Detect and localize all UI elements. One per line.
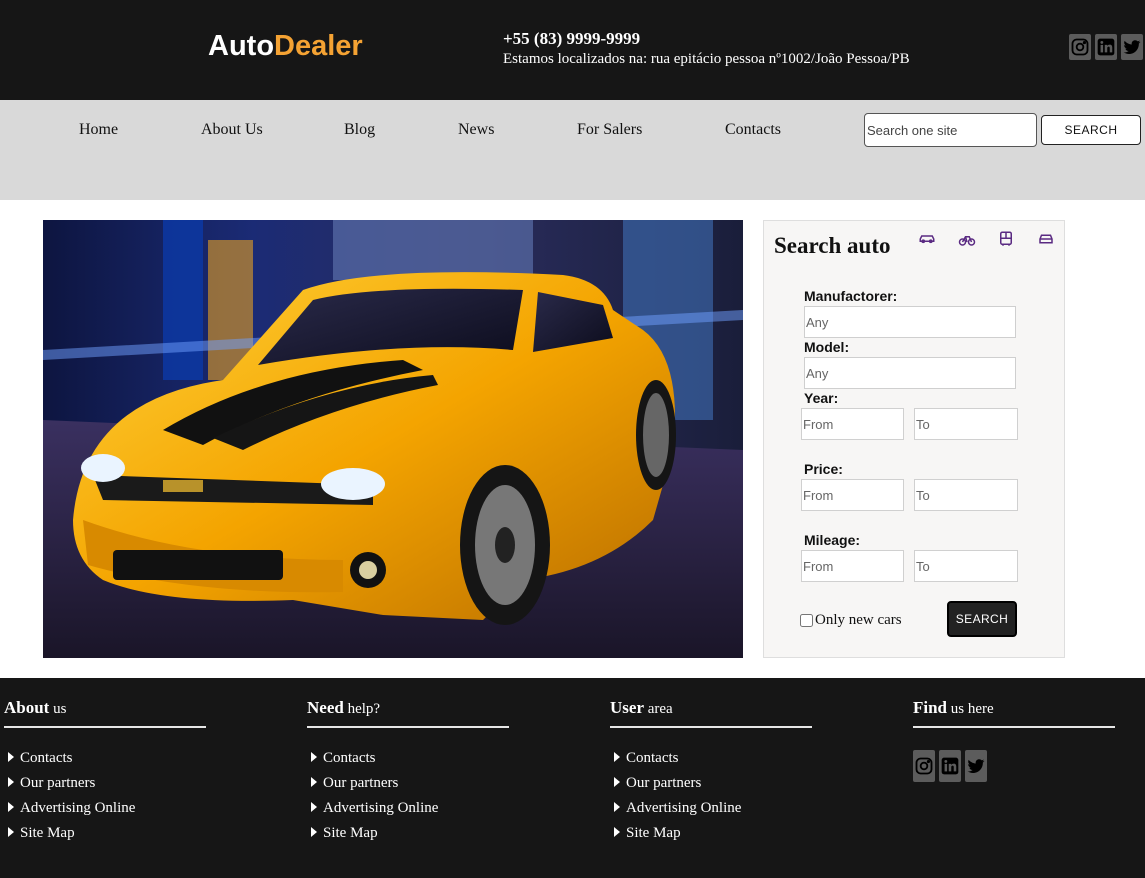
- footer-links-about: Contacts Our partners Advertising Online…: [4, 746, 206, 846]
- footer-links-help: Contacts Our partners Advertising Online…: [307, 746, 509, 846]
- footer-heading-user-area: User area: [610, 698, 812, 728]
- search-auto-panel: Search auto Manufactorer: Model: Year: P…: [763, 220, 1065, 658]
- footer-column-about: About us Contacts Our partners Advertisi…: [4, 698, 206, 846]
- footer-column-user-area: User area Contacts Our partners Advertis…: [610, 698, 812, 846]
- site-logo[interactable]: AutoDealer: [208, 30, 363, 63]
- only-new-cars-checkbox[interactable]: [800, 614, 813, 627]
- search-auto-title: Search auto: [774, 233, 891, 258]
- model-label: Model:: [804, 339, 850, 355]
- bicycle-icon[interactable]: [958, 230, 976, 248]
- year-label: Year:: [804, 390, 839, 406]
- caret-right-icon: [311, 751, 317, 762]
- footer-heading-about: About us: [4, 698, 206, 728]
- address-text: Estamos localizados na: rua epitácio pes…: [503, 51, 910, 67]
- footer-link[interactable]: Advertising Online: [8, 796, 206, 821]
- caret-right-icon: [311, 776, 317, 787]
- instagram-icon[interactable]: [913, 750, 935, 782]
- twitter-icon[interactable]: [1121, 34, 1143, 60]
- bus-icon[interactable]: [997, 230, 1015, 248]
- caret-right-icon: [614, 776, 620, 787]
- site-search-button[interactable]: SEARCH: [1041, 115, 1141, 145]
- footer-link[interactable]: Site Map: [8, 821, 206, 846]
- footer-link[interactable]: Site Map: [614, 821, 812, 846]
- caret-right-icon: [614, 751, 620, 762]
- year-from-field[interactable]: [801, 408, 904, 440]
- footer-heading-find-us: Find us here: [913, 698, 1115, 728]
- nav-home[interactable]: Home: [79, 121, 118, 139]
- hero-car-image: [43, 220, 743, 658]
- linkedin-icon[interactable]: [939, 750, 961, 782]
- caret-right-icon: [8, 801, 14, 812]
- twitter-icon[interactable]: [965, 750, 987, 782]
- footer-column-find-us: Find us here: [913, 698, 1115, 782]
- top-header: AutoDealer +55 (83) 9999-9999 Estamos lo…: [0, 0, 1145, 100]
- nav-for-salers[interactable]: For Salers: [577, 121, 642, 139]
- caret-right-icon: [8, 751, 14, 762]
- linkedin-icon[interactable]: [1095, 34, 1117, 60]
- mileage-to-field[interactable]: [914, 550, 1018, 582]
- price-from-field[interactable]: [801, 479, 904, 511]
- mileage-from-field[interactable]: [801, 550, 904, 582]
- manufacturer-label: Manufactorer:: [804, 288, 898, 304]
- manufacturer-field[interactable]: [804, 306, 1016, 338]
- nav-news[interactable]: News: [458, 121, 494, 139]
- footer-links-user-area: Contacts Our partners Advertising Online…: [610, 746, 812, 846]
- footer-link[interactable]: Advertising Online: [311, 796, 509, 821]
- only-new-cars-label: Only new cars: [815, 612, 902, 628]
- caret-right-icon: [311, 801, 317, 812]
- footer-heading-help: Need help?: [307, 698, 509, 728]
- phone-number: +55 (83) 9999-9999: [503, 29, 641, 48]
- instagram-icon[interactable]: [1069, 34, 1091, 60]
- logo-text-auto: Auto: [208, 30, 275, 62]
- contact-info: +55 (83) 9999-9999 Estamos localizados n…: [503, 29, 910, 69]
- only-new-cars-option[interactable]: Only new cars: [800, 612, 902, 629]
- footer-link[interactable]: Our partners: [8, 771, 206, 796]
- caret-right-icon: [8, 776, 14, 787]
- logo-text-dealer: Dealer: [274, 30, 363, 62]
- site-search-input[interactable]: [864, 113, 1037, 147]
- caret-right-icon: [614, 801, 620, 812]
- nav-blog[interactable]: Blog: [344, 121, 375, 139]
- mileage-label: Mileage:: [804, 532, 861, 548]
- footer-link[interactable]: Our partners: [311, 771, 509, 796]
- price-label: Price:: [804, 461, 843, 477]
- search-auto-button[interactable]: SEARCH: [947, 601, 1017, 637]
- footer-link[interactable]: Our partners: [614, 771, 812, 796]
- year-to-field[interactable]: [914, 408, 1018, 440]
- car-front-icon[interactable]: [1037, 230, 1055, 248]
- car-icon[interactable]: [918, 230, 936, 248]
- footer-link[interactable]: Contacts: [614, 746, 812, 771]
- model-field[interactable]: [804, 357, 1016, 389]
- footer-link[interactable]: Contacts: [311, 746, 509, 771]
- price-to-field[interactable]: [914, 479, 1018, 511]
- footer-social-links: [913, 750, 1115, 782]
- nav-contacts[interactable]: Contacts: [725, 121, 781, 139]
- site-footer: About us Contacts Our partners Advertisi…: [0, 678, 1145, 878]
- header-social-links: [1069, 34, 1143, 60]
- footer-link[interactable]: Contacts: [8, 746, 206, 771]
- footer-link[interactable]: Advertising Online: [614, 796, 812, 821]
- caret-right-icon: [8, 826, 14, 837]
- footer-link[interactable]: Site Map: [311, 821, 509, 846]
- footer-column-help: Need help? Contacts Our partners Adverti…: [307, 698, 509, 846]
- nav-about-us[interactable]: About Us: [201, 121, 263, 139]
- caret-right-icon: [614, 826, 620, 837]
- caret-right-icon: [311, 826, 317, 837]
